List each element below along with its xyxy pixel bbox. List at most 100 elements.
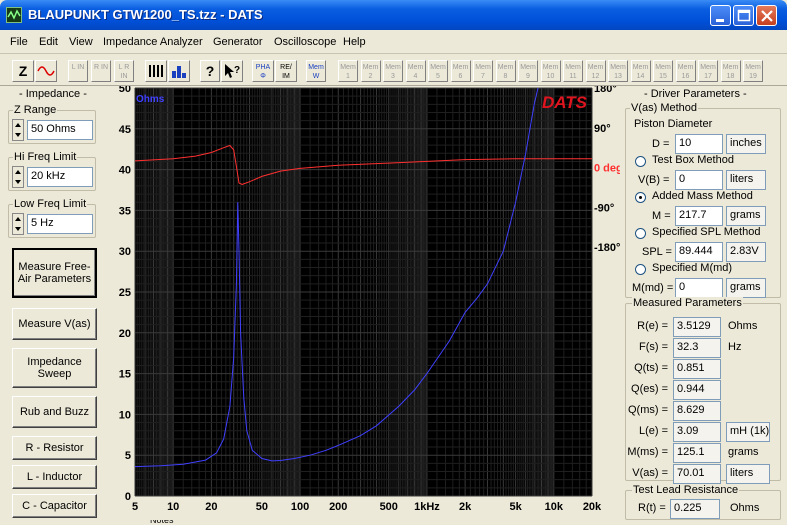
test-lead-field[interactable]: 0.225 [670,499,720,519]
impedance-sweep-button[interactable]: Impedance Sweep [12,348,97,388]
menu-help[interactable]: Help [343,36,366,48]
memory-slot-3[interactable]: Mem 3 [383,60,403,82]
y-tick-label: 0 [125,491,131,503]
re-im-button[interactable]: RE/ IM [275,60,297,82]
measured-value[interactable]: 32.3 [673,338,721,358]
low-freq-group: Low Freq Limit 5 Hz [8,198,96,238]
rub-and-buzz-button[interactable]: Rub and Buzz [12,396,97,428]
memory-slot-10[interactable]: Mem 10 [540,60,561,82]
z-range-spinner[interactable] [12,119,24,141]
menu-edit[interactable]: Edit [39,36,58,48]
memory-slot-16[interactable]: Mem 16 [675,60,696,82]
memory-slot-18[interactable]: Mem 18 [720,60,741,82]
menu-file[interactable]: File [10,36,28,48]
vb-unit: liters [726,170,766,190]
hi-freq-spinner[interactable] [12,166,24,188]
histogram-button[interactable] [168,60,190,82]
inductor-button[interactable]: L - Inductor [12,465,97,489]
capacitor-button[interactable]: C - Capacitor [12,494,97,518]
memory-slot-8[interactable]: Mem 8 [495,60,516,82]
memory-slot-12[interactable]: Mem 12 [585,60,606,82]
menu-generator[interactable]: Generator [213,36,263,48]
memory-slot-15[interactable]: Mem 15 [653,60,673,82]
added-mass-unit: grams [726,206,766,226]
close-button[interactable] [756,5,777,26]
y-tick-label: 10 [119,409,131,421]
context-help-button[interactable]: ? [221,60,243,82]
test-lead-label: R(t) = [638,502,666,514]
dats-logo: DATS [542,93,588,112]
measure-free-air-button[interactable]: Measure Free-Air Parameters [12,248,97,298]
measured-unit: mH (1k) [726,422,770,442]
measure-vas-button[interactable]: Measure V(as) [12,308,97,340]
help-button[interactable]: ? [200,60,220,82]
specified-mmd-label: Specified M(md) [652,262,733,274]
memory-slot-1[interactable]: Mem 1 [338,60,358,82]
phase-button[interactable]: PHA Φ [252,60,274,82]
menu-view[interactable]: View [69,36,93,48]
measured-value[interactable]: 3.5129 [673,317,721,337]
menu-bar: File Edit View Impedance Analyzer Genera… [0,30,787,54]
impedance-mode-button[interactable]: Z [12,60,34,82]
memory-slot-7[interactable]: Mem 7 [473,60,493,82]
left-input-button[interactable]: L IN [68,60,88,82]
waterfall-button[interactable] [145,60,167,82]
stereo-input-button[interactable]: L R IN [114,60,134,82]
vas-method-label: V(as) Method [630,102,699,114]
x-tick-label: 2k [459,501,472,513]
piston-diameter-unit: inches [726,134,766,154]
added-mass-radio[interactable] [635,192,646,203]
measured-label: Q(ms) = [627,404,668,416]
memory-slot-11[interactable]: Mem 11 [563,60,583,82]
measured-value[interactable]: 70.01 [673,464,721,484]
generator-mode-button[interactable] [35,60,57,82]
histogram-icon [172,66,186,78]
measured-value[interactable]: 125.1 [673,443,721,463]
y-tick-label: 25 [119,287,131,299]
measured-value[interactable]: 0.944 [673,380,721,400]
y-tick-label: 45 [119,124,131,136]
impedance-panel: - Impedance - Z Range 50 Ohms Hi Freq Li… [3,86,99,520]
vb-field[interactable]: 0 [675,170,723,190]
memory-slot-19[interactable]: Mem 19 [743,60,763,82]
memory-write-button[interactable]: Mem W [306,60,326,82]
window-title: BLAUPUNKT GTW1200_TS.tzz - DATS [28,7,263,22]
menu-impedance-analyzer[interactable]: Impedance Analyzer [103,36,203,48]
memory-slot-13[interactable]: Mem 13 [608,60,628,82]
low-freq-spinner[interactable] [12,213,24,235]
mmd-field[interactable]: 0 [675,278,723,298]
right-input-button[interactable]: R IN [91,60,111,82]
measured-unit: liters [726,464,770,484]
driver-parameters-title: - Driver Parameters - [642,88,749,100]
measured-value[interactable]: 8.629 [673,401,721,421]
specified-mmd-radio[interactable] [635,264,646,275]
minimize-button[interactable] [710,5,731,26]
hi-freq-field[interactable]: 20 kHz [27,167,93,187]
memory-slot-9[interactable]: Mem 9 [518,60,538,82]
memory-slot-5[interactable]: Mem 5 [428,60,448,82]
menu-oscilloscope[interactable]: Oscilloscope [274,36,336,48]
memory-slot-17[interactable]: Mem 17 [698,60,718,82]
specified-spl-radio[interactable] [635,228,646,239]
measured-parameters-title: Measured Parameters [632,297,743,309]
piston-diameter-label: Piston Diameter [634,118,713,130]
added-mass-field[interactable]: 217.7 [675,206,723,226]
memory-slot-2[interactable]: Mem 2 [360,60,381,82]
measured-value[interactable]: 0.851 [673,359,721,379]
memory-slot-14[interactable]: Mem 14 [630,60,651,82]
piston-diameter-field[interactable]: 10 [675,134,723,154]
resistor-button[interactable]: R - Resistor [12,436,97,460]
hi-freq-label: Hi Freq Limit [13,151,78,163]
x-tick-label: 20k [583,501,602,513]
measured-value[interactable]: 3.09 [673,422,721,442]
z-range-field[interactable]: 50 Ohms [27,120,93,140]
measured-label: V(as) = [632,467,668,479]
spl-field[interactable]: 89.444 [675,242,723,262]
memory-slot-4[interactable]: Mem 4 [405,60,426,82]
maximize-button[interactable] [733,5,754,26]
memory-slot-6[interactable]: Mem 6 [450,60,471,82]
test-box-radio[interactable] [635,156,646,167]
waveform-icon [7,9,21,20]
d-label: D = [652,138,670,150]
low-freq-field[interactable]: 5 Hz [27,214,93,234]
